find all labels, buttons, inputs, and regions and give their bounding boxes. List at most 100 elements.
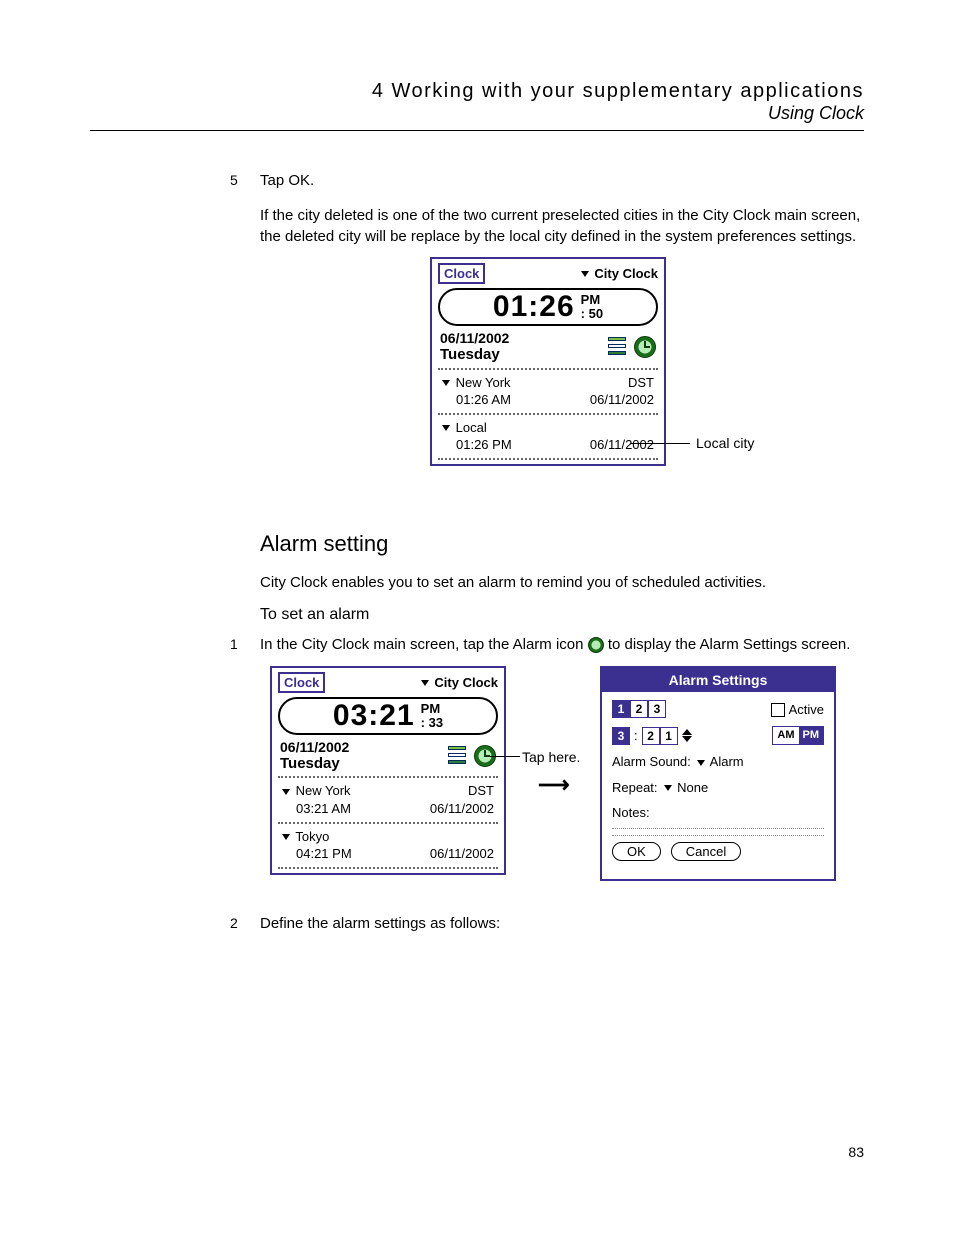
notes-line[interactable]: [612, 828, 824, 829]
divider: [438, 368, 658, 370]
figure-alarm-settings: Clock City Clock 03:21 PM: 33 06/11/2002…: [260, 666, 864, 896]
time-display: 03:21 PM: 33: [278, 697, 498, 735]
subsection-heading: To set an alarm: [260, 604, 864, 626]
city-date: 06/11/2002: [590, 436, 654, 454]
step-text: Define the alarm settings as follows:: [260, 914, 864, 934]
ampm-toggle[interactable]: AM PM: [772, 726, 824, 745]
callout-line: [490, 756, 520, 757]
chevron-down-icon: [442, 380, 450, 386]
city-row-1: New York DST 03:21 AM 06/11/2002: [278, 780, 498, 819]
am-option[interactable]: AM: [773, 727, 798, 744]
callout-tap-here: Tap here.: [522, 748, 580, 767]
page-header: 4 Working with your supplementary applic…: [90, 80, 864, 131]
section-intro: City Clock enables you to set an alarm t…: [260, 573, 864, 593]
alarm-icon: [588, 637, 604, 653]
calendar-icon[interactable]: [446, 746, 468, 766]
city-time: 01:26 PM: [456, 436, 512, 454]
divider: [278, 867, 498, 869]
city-selector[interactable]: New York: [442, 374, 511, 392]
weekday: Tuesday: [280, 755, 349, 772]
step-5-detail: If the city deleted is one of the two cu…: [260, 206, 864, 247]
alarm-sound-label: Alarm Sound:: [612, 753, 691, 771]
figure-cityclock-local: Clock City Clock 01:26 PM: 50 06/11/2002…: [260, 257, 864, 505]
city-row-1: New York DST 01:26 AM 06/11/2002: [438, 372, 658, 411]
pm-option[interactable]: PM: [799, 727, 824, 744]
chevron-down-icon: [282, 789, 290, 795]
notes-line[interactable]: [612, 835, 824, 836]
menu-cityclock[interactable]: City Clock: [581, 265, 658, 283]
alarm-sound-dropdown[interactable]: Alarm: [697, 753, 744, 771]
section-heading: Alarm setting: [260, 529, 864, 559]
seconds: : 50: [581, 306, 603, 321]
city-selector[interactable]: Local: [442, 419, 487, 437]
city-date: 06/11/2002: [590, 391, 654, 409]
calendar-icon[interactable]: [606, 337, 628, 357]
date: 06/11/2002: [280, 739, 349, 755]
min-ones-field[interactable]: 1: [660, 727, 678, 745]
page-number: 83: [848, 1144, 864, 1160]
repeat-label: Repeat:: [612, 779, 658, 797]
app-label[interactable]: Clock: [438, 263, 485, 285]
alarm-icon[interactable]: [634, 336, 656, 358]
step-number: 5: [230, 171, 260, 191]
dst-badge: DST: [468, 782, 494, 800]
chevron-down-icon: [664, 785, 672, 791]
pda-screen-1: Clock City Clock 01:26 PM: 50 06/11/2002…: [430, 257, 666, 466]
callout-local-city: Local city: [696, 434, 754, 453]
alarm-tab-2[interactable]: 2: [630, 700, 648, 718]
city-selector[interactable]: Tokyo: [282, 828, 329, 846]
city-time: 04:21 PM: [296, 845, 352, 863]
dialog-title: Alarm Settings: [602, 668, 834, 693]
city-row-2: Tokyo 04:21 PM 06/11/2002: [278, 826, 498, 865]
ampm: PM: [581, 292, 601, 307]
chevron-down-icon: [581, 271, 589, 277]
time-stepper[interactable]: [682, 729, 692, 742]
chapter-subtitle: Using Clock: [90, 103, 864, 124]
alarm-tabs[interactable]: 1 2 3: [612, 700, 666, 718]
alarm-settings-dialog: Alarm Settings 1 2 3 Active 3 :: [600, 666, 836, 881]
city-date: 06/11/2002: [430, 845, 494, 863]
notes-label: Notes:: [612, 804, 824, 822]
alarm-tab-3[interactable]: 3: [648, 700, 666, 718]
step-number: 1: [230, 635, 260, 655]
chevron-down-icon: [282, 834, 290, 840]
step-2: 2 Define the alarm settings as follows:: [260, 914, 864, 934]
city-row-2: Local 01:26 PM 06/11/2002: [438, 417, 658, 456]
dst-badge: DST: [628, 374, 654, 392]
divider: [278, 776, 498, 778]
pda-screen-2: Clock City Clock 03:21 PM: 33 06/11/2002…: [270, 666, 506, 875]
repeat-dropdown[interactable]: None: [664, 779, 709, 797]
chevron-down-icon: [442, 425, 450, 431]
min-tens-field[interactable]: 2: [642, 727, 660, 745]
city-selector[interactable]: New York: [282, 782, 351, 800]
city-time: 03:21 AM: [296, 800, 351, 818]
chapter-title: 4 Working with your supplementary applic…: [90, 80, 864, 103]
divider: [438, 458, 658, 460]
hour-field[interactable]: 3: [612, 727, 630, 745]
app-label[interactable]: Clock: [278, 672, 325, 694]
city-date: 06/11/2002: [430, 800, 494, 818]
ampm: PM: [421, 701, 441, 716]
date: 06/11/2002: [440, 330, 509, 346]
city-time: 01:26 AM: [456, 391, 511, 409]
step-number: 2: [230, 914, 260, 934]
active-checkbox[interactable]: Active: [771, 701, 824, 719]
chevron-down-icon: [421, 680, 429, 686]
time-display: 01:26 PM: 50: [438, 288, 658, 326]
step-1: 1 In the City Clock main screen, tap the…: [260, 635, 864, 655]
arrow-right-icon: ⟶: [538, 770, 570, 800]
divider: [438, 413, 658, 415]
checkbox-icon: [771, 703, 785, 717]
chevron-down-icon: [697, 760, 705, 766]
weekday: Tuesday: [440, 346, 509, 363]
time-value: 03:21: [333, 701, 415, 731]
callout-line: [630, 443, 690, 444]
cancel-button[interactable]: Cancel: [671, 842, 741, 861]
step-5: 5 Tap OK.: [260, 171, 864, 191]
menu-cityclock[interactable]: City Clock: [421, 674, 498, 692]
divider: [278, 822, 498, 824]
step-text: In the City Clock main screen, tap the A…: [260, 635, 864, 655]
alarm-tab-1[interactable]: 1: [612, 700, 630, 718]
ok-button[interactable]: OK: [612, 842, 661, 861]
seconds: : 33: [421, 715, 443, 730]
